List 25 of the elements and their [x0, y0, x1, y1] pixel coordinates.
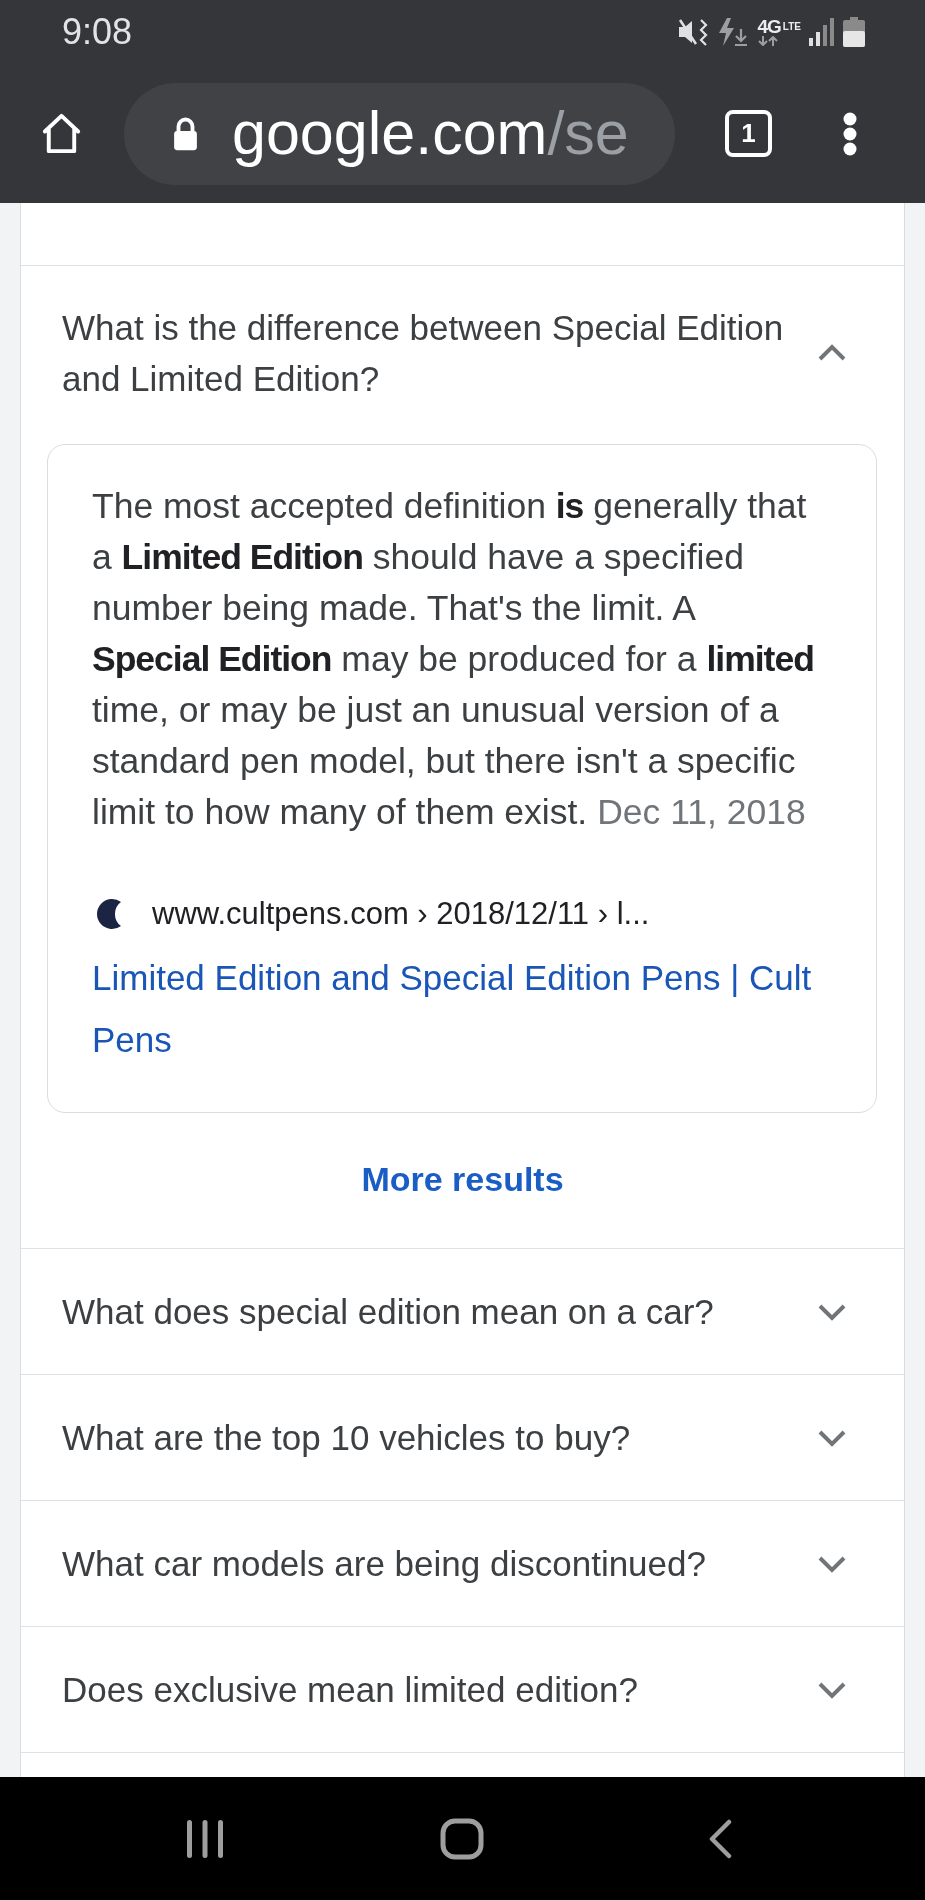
home-square-icon[interactable] — [440, 1817, 484, 1860]
address-bar[interactable]: google.com/se — [124, 82, 675, 185]
signal-icon — [809, 18, 835, 46]
data-arrows-icon — [757, 36, 780, 46]
result-link[interactable]: Limited Edition and Special Edition Pens | Cult Pens — [92, 947, 817, 1071]
status-time: 9:08 — [62, 11, 133, 53]
back-icon[interactable] — [708, 1818, 732, 1859]
mute-vibrate-icon — [677, 17, 710, 47]
question-button[interactable]: What car models are being discontinued? — [21, 1501, 904, 1626]
tab-switcher-button[interactable]: 1 — [725, 110, 772, 157]
question-button[interactable]: Does exclusive mean limited edition? — [21, 1627, 904, 1752]
answer-text: The most accepted definition is generally that a Limited Edition should have a specified number being made. That's the limit. A Special Edition may be produced for a limited time, or may be just an unusual version of a standard pen model, but there isn't a specific limit to how many of them exist. Dec 11, 2018 — [92, 485, 815, 834]
battery-icon — [843, 17, 865, 47]
menu-icon[interactable] — [843, 111, 857, 156]
recent-apps-icon[interactable] — [185, 1818, 225, 1859]
network-subtype: LTE — [782, 21, 801, 33]
question-button[interactable]: What does special edition mean on a car? — [21, 1249, 904, 1374]
question-button[interactable]: What is the difference between Special Edition and Limited Edition? — [21, 266, 904, 444]
question-button[interactable]: What are the top 10 vehicles to buy? — [21, 1375, 904, 1500]
lock-icon — [171, 116, 200, 151]
more-results-button[interactable]: More results — [361, 1159, 564, 1199]
source-url: www.cultpens.com › 2018/12/11 › l... — [152, 896, 650, 932]
network-type: 4G — [757, 18, 781, 36]
url-text: google.com/se — [232, 97, 629, 169]
charging-icon — [717, 17, 750, 47]
